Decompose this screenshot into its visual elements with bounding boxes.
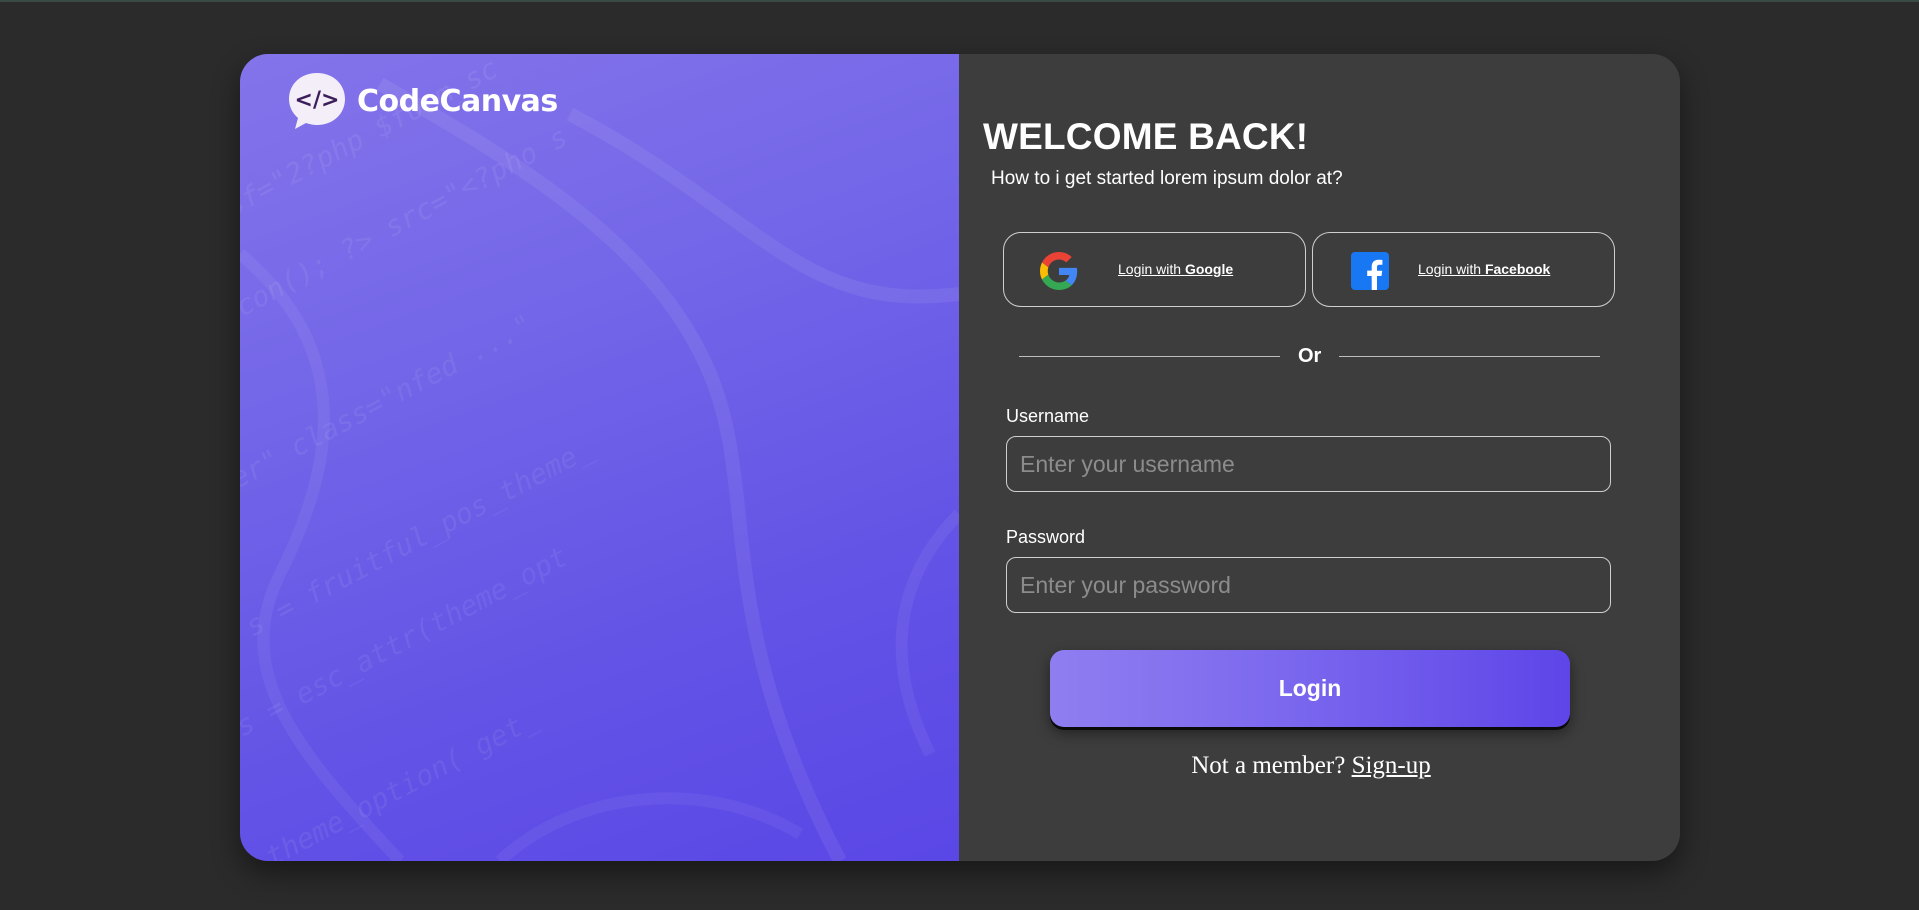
- background-swirl-decoration: [240, 77, 959, 861]
- login-with-facebook-button[interactable]: Login with Facebook: [1312, 232, 1615, 307]
- username-label: Username: [1006, 406, 1090, 426]
- brand-name: CodeCanvas: [357, 83, 558, 119]
- username-input[interactable]: [1006, 436, 1611, 492]
- divider-or: Or: [1298, 345, 1322, 367]
- top-border: [0, 0, 1919, 2]
- signup-link[interactable]: Sign-up: [1352, 752, 1431, 779]
- password-input[interactable]: [1006, 557, 1611, 613]
- brand-panel: $f="2?php $form_sc con(); ?> src="<?pho …: [240, 54, 959, 861]
- svg-text:</>: </>: [295, 88, 340, 113]
- google-icon: [1040, 252, 1078, 290]
- facebook-button-label: Login with Facebook: [1418, 261, 1551, 277]
- login-with-google-button[interactable]: Login with Google: [1003, 232, 1306, 307]
- signup-prompt-text: Not a member?: [1191, 752, 1352, 779]
- login-button[interactable]: Login: [1050, 650, 1570, 727]
- brand-logo[interactable]: </> CodeCanvas: [287, 71, 558, 131]
- facebook-icon: [1351, 252, 1389, 290]
- page-title: WELCOME BACK!: [983, 116, 1309, 157]
- divider-line-right: [1339, 356, 1600, 357]
- login-card: $f="2?php $form_sc con(); ?> src="<?pho …: [240, 54, 1680, 861]
- page-subtitle: How to i get started lorem ipsum dolor a…: [991, 168, 1343, 189]
- signup-prompt: Not a member? Sign-up: [959, 752, 1663, 780]
- password-label: Password: [1006, 527, 1086, 547]
- login-form-panel: WELCOME BACK! How to i get started lorem…: [959, 54, 1680, 861]
- code-bubble-icon: </>: [287, 71, 347, 131]
- divider-line-left: [1019, 356, 1280, 357]
- google-button-label: Login with Google: [1118, 261, 1234, 277]
